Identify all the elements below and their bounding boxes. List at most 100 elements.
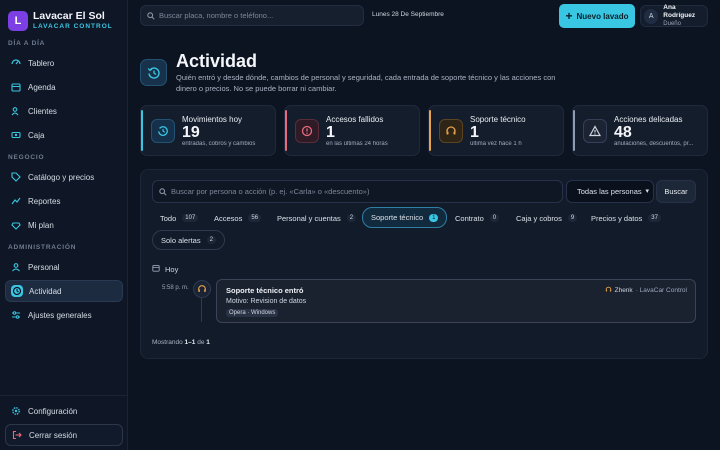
chip-label: Soporte técnico (371, 213, 424, 222)
search-icon (147, 7, 155, 25)
event-actor: Zhenk · LavaCar Control (605, 286, 687, 295)
brand-title: Lavacar El Sol (33, 10, 105, 22)
brand[interactable]: L Lavacar El Sol LAVACAR CONTROL (8, 10, 113, 31)
sidebar-item-label: Personal (28, 262, 60, 272)
headset-icon (439, 119, 463, 143)
chevron-down-icon: ▾ (645, 188, 649, 195)
sidebar-item-label: Clientes (28, 106, 57, 116)
sidebar-item-agenda[interactable]: Agenda (5, 76, 123, 98)
gear-icon (10, 405, 22, 417)
chip-count: 37 (648, 214, 661, 222)
sidebar-divider (0, 395, 128, 396)
event-title: Soporte técnico entró (226, 286, 304, 295)
card-subtitle: última vez hace 1 h (470, 141, 522, 147)
event-actor-name: Zhenk (614, 287, 633, 294)
chip-label: Personal y cuentas (277, 213, 341, 223)
sliders-icon (10, 309, 22, 321)
card-subtitle: entradas, cobros y cambios (182, 141, 256, 147)
activity-event[interactable]: Soporte técnico entró Zhenk · LavaCar Co… (216, 279, 696, 323)
day-header: Hoy (152, 264, 178, 274)
sidebar-item-personal[interactable]: Personal (5, 256, 123, 278)
person-select[interactable]: Todas las personas ▾ (566, 180, 654, 203)
global-search-input[interactable] (159, 11, 359, 20)
chip-count: 1 (429, 213, 439, 222)
sidebar-item-label: Catálogo y precios (28, 172, 95, 182)
card-value: 1 (470, 124, 479, 141)
pagination-summary: Mostrando 1–1 de 1 (152, 339, 210, 346)
staff-icon (10, 261, 22, 273)
activity-search[interactable] (152, 180, 563, 203)
event-actor-org: · LavaCar Control (635, 287, 687, 294)
chip-count: 56 (248, 214, 262, 222)
sidebar-item-clientes[interactable]: Clientes (5, 100, 123, 122)
filter-chip-contrato[interactable]: Contrato 0 (447, 208, 507, 228)
event-reason: Motivo: Revision de datos (226, 298, 307, 305)
sidebar: L Lavacar El Sol LAVACAR CONTROL DÍA A D… (0, 0, 128, 450)
filter-chip-accesos[interactable]: Accesos 56 (206, 208, 269, 228)
sidebar-item-configuracion[interactable]: Configuración (5, 400, 123, 422)
page-description: Quién entró y desde dónde, cambios de pe… (176, 73, 556, 93)
search-button[interactable]: Buscar (656, 180, 696, 203)
sidebar-item-ajustes[interactable]: Ajustes generales (5, 304, 123, 326)
new-wash-button[interactable]: + Nuevo lavado (559, 4, 635, 28)
showing-prefix: Mostrando (152, 339, 183, 346)
sidebar-item-tablero[interactable]: Tablero (5, 52, 123, 74)
card-value: 19 (182, 124, 200, 141)
day-label: Hoy (165, 264, 179, 274)
users-icon (10, 105, 22, 117)
filter-chip-solo-alertas[interactable]: Solo alertas 2 (152, 230, 225, 250)
chip-label: Solo alertas (161, 235, 201, 245)
chip-label: Precios y datos (591, 213, 643, 223)
card-subtitle: en las últimas 24 horas (326, 141, 388, 147)
showing-range: 1–1 (184, 339, 196, 346)
cash-icon (10, 129, 22, 141)
filter-chip-soporte[interactable]: Soporte técnico 1 (362, 207, 448, 228)
tag-icon (10, 171, 22, 183)
filter-chip-todo[interactable]: Todo 107 (152, 208, 206, 228)
stat-card-accesos-fallidos: Accesos fallidos 1 en las últimas 24 hor… (284, 105, 420, 156)
sidebar-item-reportes[interactable]: Reportes (5, 190, 123, 212)
headset-icon (605, 286, 612, 295)
chip-count: 2 (206, 236, 216, 244)
chip-label: Accesos (214, 213, 243, 223)
activity-search-input[interactable] (171, 187, 551, 196)
chip-label: Caja y cobros (516, 213, 562, 223)
global-search[interactable] (140, 5, 364, 26)
chip-count: 9 (567, 214, 578, 222)
event-device-tag: Opera · Windows (226, 309, 279, 317)
card-title: Soporte técnico (470, 115, 526, 124)
card-accent-bar (429, 110, 431, 151)
user-menu[interactable]: A Ana Rodríguez Dueño (640, 4, 708, 27)
calendar-icon (10, 81, 22, 93)
calendar-icon (152, 264, 160, 274)
card-title: Movimientos hoy (182, 115, 243, 124)
card-value: 48 (614, 124, 632, 141)
brand-logo: L (8, 10, 28, 31)
timeline-line (201, 298, 202, 322)
search-icon (159, 183, 167, 201)
card-accent-bar (285, 110, 287, 151)
card-accent-bar (141, 110, 143, 151)
sidebar-item-label: Actividad (29, 286, 62, 296)
sidebar-item-label: Agenda (28, 82, 56, 92)
logout-button[interactable]: Cerrar sesión (5, 424, 123, 446)
history-icon (140, 59, 167, 86)
showing-total: 1 (206, 339, 210, 346)
stat-card-acciones-delicadas: Acciones delicadas 48 anulaciones, descu… (572, 105, 708, 156)
filter-chip-precios[interactable]: Precios y datos 37 (583, 208, 669, 228)
sidebar-item-catalogo[interactable]: Catálogo y precios (5, 166, 123, 188)
filter-chip-personal[interactable]: Personal y cuentas 2 (269, 208, 364, 228)
chip-count: 2 (346, 214, 357, 222)
logout-label: Cerrar sesión (29, 430, 78, 440)
card-value: 1 (326, 124, 335, 141)
sidebar-item-mi-plan[interactable]: Mi plan (5, 214, 123, 236)
page-title: Actividad (176, 51, 258, 71)
sidebar-item-label: Reportes (28, 196, 61, 206)
filter-chip-caja[interactable]: Caja y cobros 9 (508, 208, 585, 228)
dashboard-icon (10, 57, 22, 69)
sidebar-item-label: Caja (28, 130, 45, 140)
sidebar-item-actividad[interactable]: Actividad (5, 280, 123, 302)
alert-circle-icon (295, 119, 319, 143)
chip-count: 0 (489, 214, 500, 222)
sidebar-item-caja[interactable]: Caja (5, 124, 123, 146)
